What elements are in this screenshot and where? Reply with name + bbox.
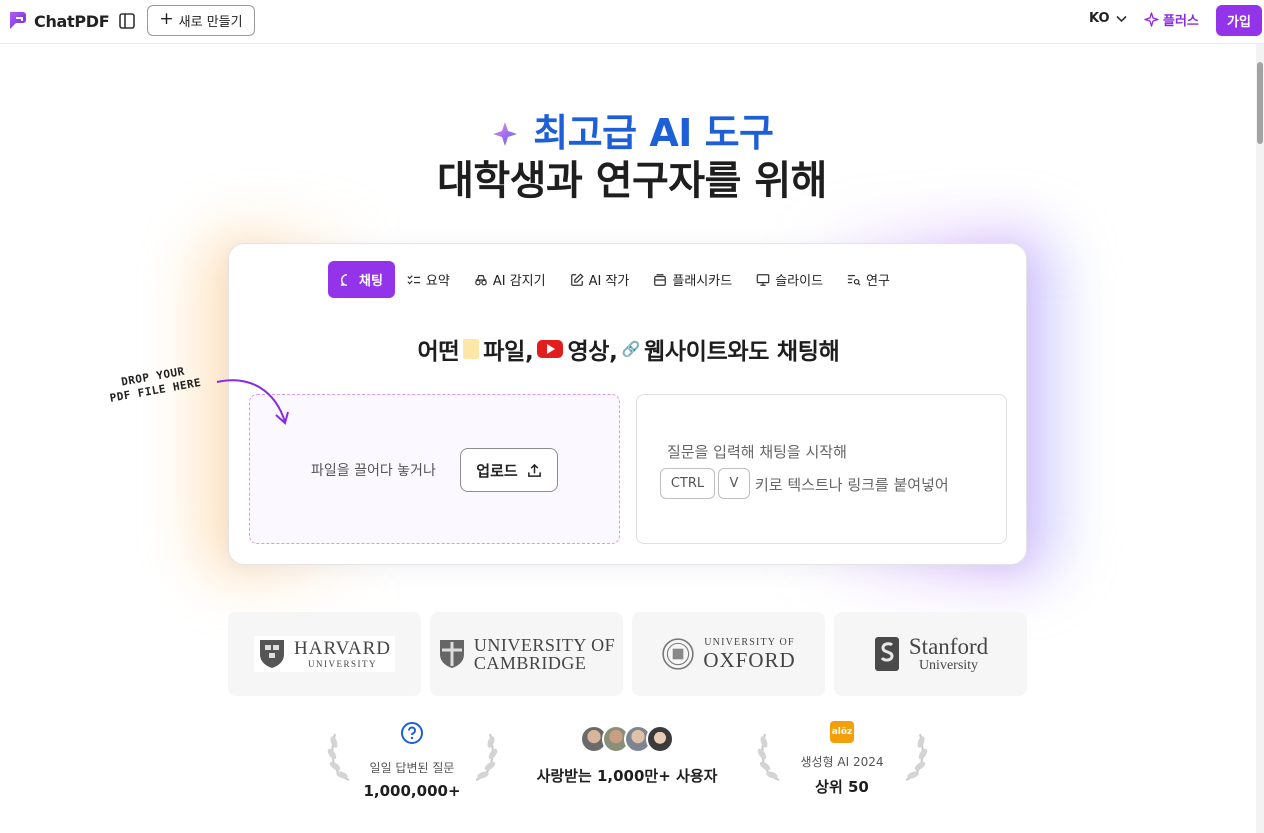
cambridge-logo: UNIVERSITY OF CAMBRIDGE bbox=[430, 612, 623, 696]
questions-label: 일일 답변된 질문 bbox=[369, 761, 455, 775]
youtube-icon bbox=[537, 340, 564, 358]
oxford-seal-icon bbox=[662, 638, 694, 670]
stat-users: 사랑받는 1,000만+ 사용자 bbox=[532, 718, 722, 786]
stanford-sub: University bbox=[918, 658, 979, 673]
language-selector[interactable]: KO bbox=[1089, 11, 1127, 26]
cambridge-line2: CAMBRIDGE bbox=[473, 653, 587, 673]
chevron-down-icon bbox=[1115, 15, 1127, 22]
hero-subtitle: 대학생과 연구자를 위해 bbox=[437, 158, 827, 204]
aloz-badge-icon: alöz bbox=[830, 721, 854, 743]
tab-summary-label: 요약 bbox=[425, 274, 450, 289]
award-value: 상위 50 bbox=[815, 778, 869, 796]
harvard-logo: HARVARD UNIVERSITY bbox=[228, 612, 421, 696]
harvard-sub: UNIVERSITY bbox=[307, 659, 377, 669]
chatpdf-logo[interactable]: ChatPDF bbox=[6, 8, 110, 34]
tab-research-label: 연구 bbox=[866, 274, 890, 289]
tab-ai-detector-label: AI 감지기 bbox=[492, 274, 546, 289]
tab-flashcards[interactable]: 플래시카드 bbox=[641, 261, 744, 298]
stanford-s-icon bbox=[874, 637, 899, 671]
language-label: KO bbox=[1089, 11, 1110, 26]
chat-bubble-icon bbox=[340, 273, 348, 286]
tab-ai-detector[interactable]: AI 감지기 bbox=[462, 261, 558, 298]
tool-card: 채팅 요약 AI 감지기 AI 작가 플래시카드 슬라이드 연구 어떤 파일, … bbox=[228, 243, 1027, 565]
signup-button[interactable]: 가입 bbox=[1216, 5, 1262, 36]
new-chat-label: 새로 만들기 bbox=[178, 15, 243, 30]
user-avatars bbox=[532, 725, 722, 753]
pencil-square-icon bbox=[570, 272, 584, 286]
harvard-name: HARVARD bbox=[294, 638, 391, 659]
upload-label: 업로드 bbox=[476, 461, 518, 480]
v-key: V bbox=[718, 468, 750, 499]
tab-research[interactable]: 연구 bbox=[835, 261, 902, 298]
sidebar-toggle-icon[interactable] bbox=[117, 11, 137, 31]
link-icon: 🔗 bbox=[621, 340, 641, 358]
logo-text: ChatPDF bbox=[34, 11, 110, 31]
paste-hint: 키로 텍스트나 링크를 붙여넣어 bbox=[755, 476, 949, 494]
sparkle-icon bbox=[1144, 12, 1159, 27]
questions-value: 1,000,000+ bbox=[363, 782, 461, 800]
curved-arrow-icon bbox=[216, 379, 289, 425]
search-list-icon bbox=[847, 274, 861, 286]
question-circle-icon bbox=[401, 722, 423, 744]
detector-icon bbox=[474, 274, 487, 285]
presentation-icon bbox=[756, 273, 770, 286]
checklist-icon bbox=[407, 274, 421, 284]
chatpdf-logo-icon bbox=[10, 12, 26, 29]
upload-icon bbox=[527, 463, 541, 477]
stat-daily-questions: 일일 답변된 질문 1,000,000+ bbox=[322, 718, 502, 800]
ctrl-key: CTRL bbox=[660, 468, 715, 499]
oxford-line1: UNIVERSITY OF bbox=[704, 636, 795, 648]
upload-button[interactable]: 업로드 bbox=[460, 448, 558, 492]
document-icon bbox=[463, 339, 480, 359]
top-bar: ChatPDF + 새로 만들기 KO 플러스 가입 bbox=[0, 0, 1264, 44]
tab-slides[interactable]: 슬라이드 bbox=[744, 261, 835, 298]
avatar bbox=[646, 725, 674, 753]
tool-tabs: 채팅 요약 AI 감지기 AI 작가 플래시카드 슬라이드 연구 bbox=[328, 261, 902, 298]
tab-ai-writer[interactable]: AI 작가 bbox=[558, 261, 642, 298]
plus-label: 플러스 bbox=[1163, 14, 1199, 29]
award-label: 생성형 AI 2024 bbox=[800, 755, 884, 769]
plus-plan-link[interactable]: 플러스 bbox=[1144, 10, 1199, 29]
file-dropzone[interactable]: 파일을 끌어다 놓거나 업로드 bbox=[249, 394, 620, 544]
chat-input-hint: 질문을 입력해 채팅을 시작해 bbox=[667, 443, 847, 461]
tab-ai-writer-label: AI 작가 bbox=[588, 274, 630, 289]
chat-headline: 어떤 파일, 영상, 🔗 웹사이트와도 채팅해 bbox=[229, 332, 1028, 366]
headline-part3: 영상, bbox=[567, 339, 618, 365]
tab-chat-label: 채팅 bbox=[359, 274, 383, 289]
tab-summary[interactable]: 요약 bbox=[395, 261, 462, 298]
dropzone-text: 파일을 끌어다 놓거나 bbox=[311, 463, 436, 479]
headline-part2: 파일, bbox=[483, 339, 534, 365]
headline-part4: 웹사이트와도 채팅해 bbox=[644, 339, 840, 365]
users-text: 사랑받는 1,000만+ 사용자 bbox=[536, 767, 718, 785]
oxford-logo: UNIVERSITY OF OXFORD bbox=[632, 612, 825, 696]
chat-input-box[interactable]: 질문을 입력해 채팅을 시작해 CTRL V 키로 텍스트나 링크를 붙여넣어 bbox=[636, 394, 1007, 544]
cambridge-crest-icon bbox=[439, 640, 464, 668]
stanford-logo: Stanford University bbox=[834, 612, 1027, 696]
tab-slides-label: 슬라이드 bbox=[775, 274, 824, 289]
tab-flashcards-label: 플래시카드 bbox=[672, 274, 733, 289]
cards-icon bbox=[654, 273, 667, 286]
harvard-crest-icon bbox=[260, 640, 284, 668]
plus-icon: + bbox=[159, 9, 174, 29]
stanford-name: Stanford bbox=[908, 634, 989, 659]
drop-file-note: DROP YOUR PDF FILE HERE bbox=[106, 362, 202, 406]
new-chat-button[interactable]: + 새로 만들기 bbox=[147, 5, 255, 36]
headline-part1: 어떤 bbox=[417, 339, 460, 365]
oxford-line2: OXFORD bbox=[703, 647, 796, 672]
tab-chat[interactable]: 채팅 bbox=[328, 261, 395, 298]
cambridge-line1: UNIVERSITY OF bbox=[473, 635, 616, 655]
stat-award: alöz 생성형 AI 2024 상위 50 bbox=[752, 718, 932, 797]
